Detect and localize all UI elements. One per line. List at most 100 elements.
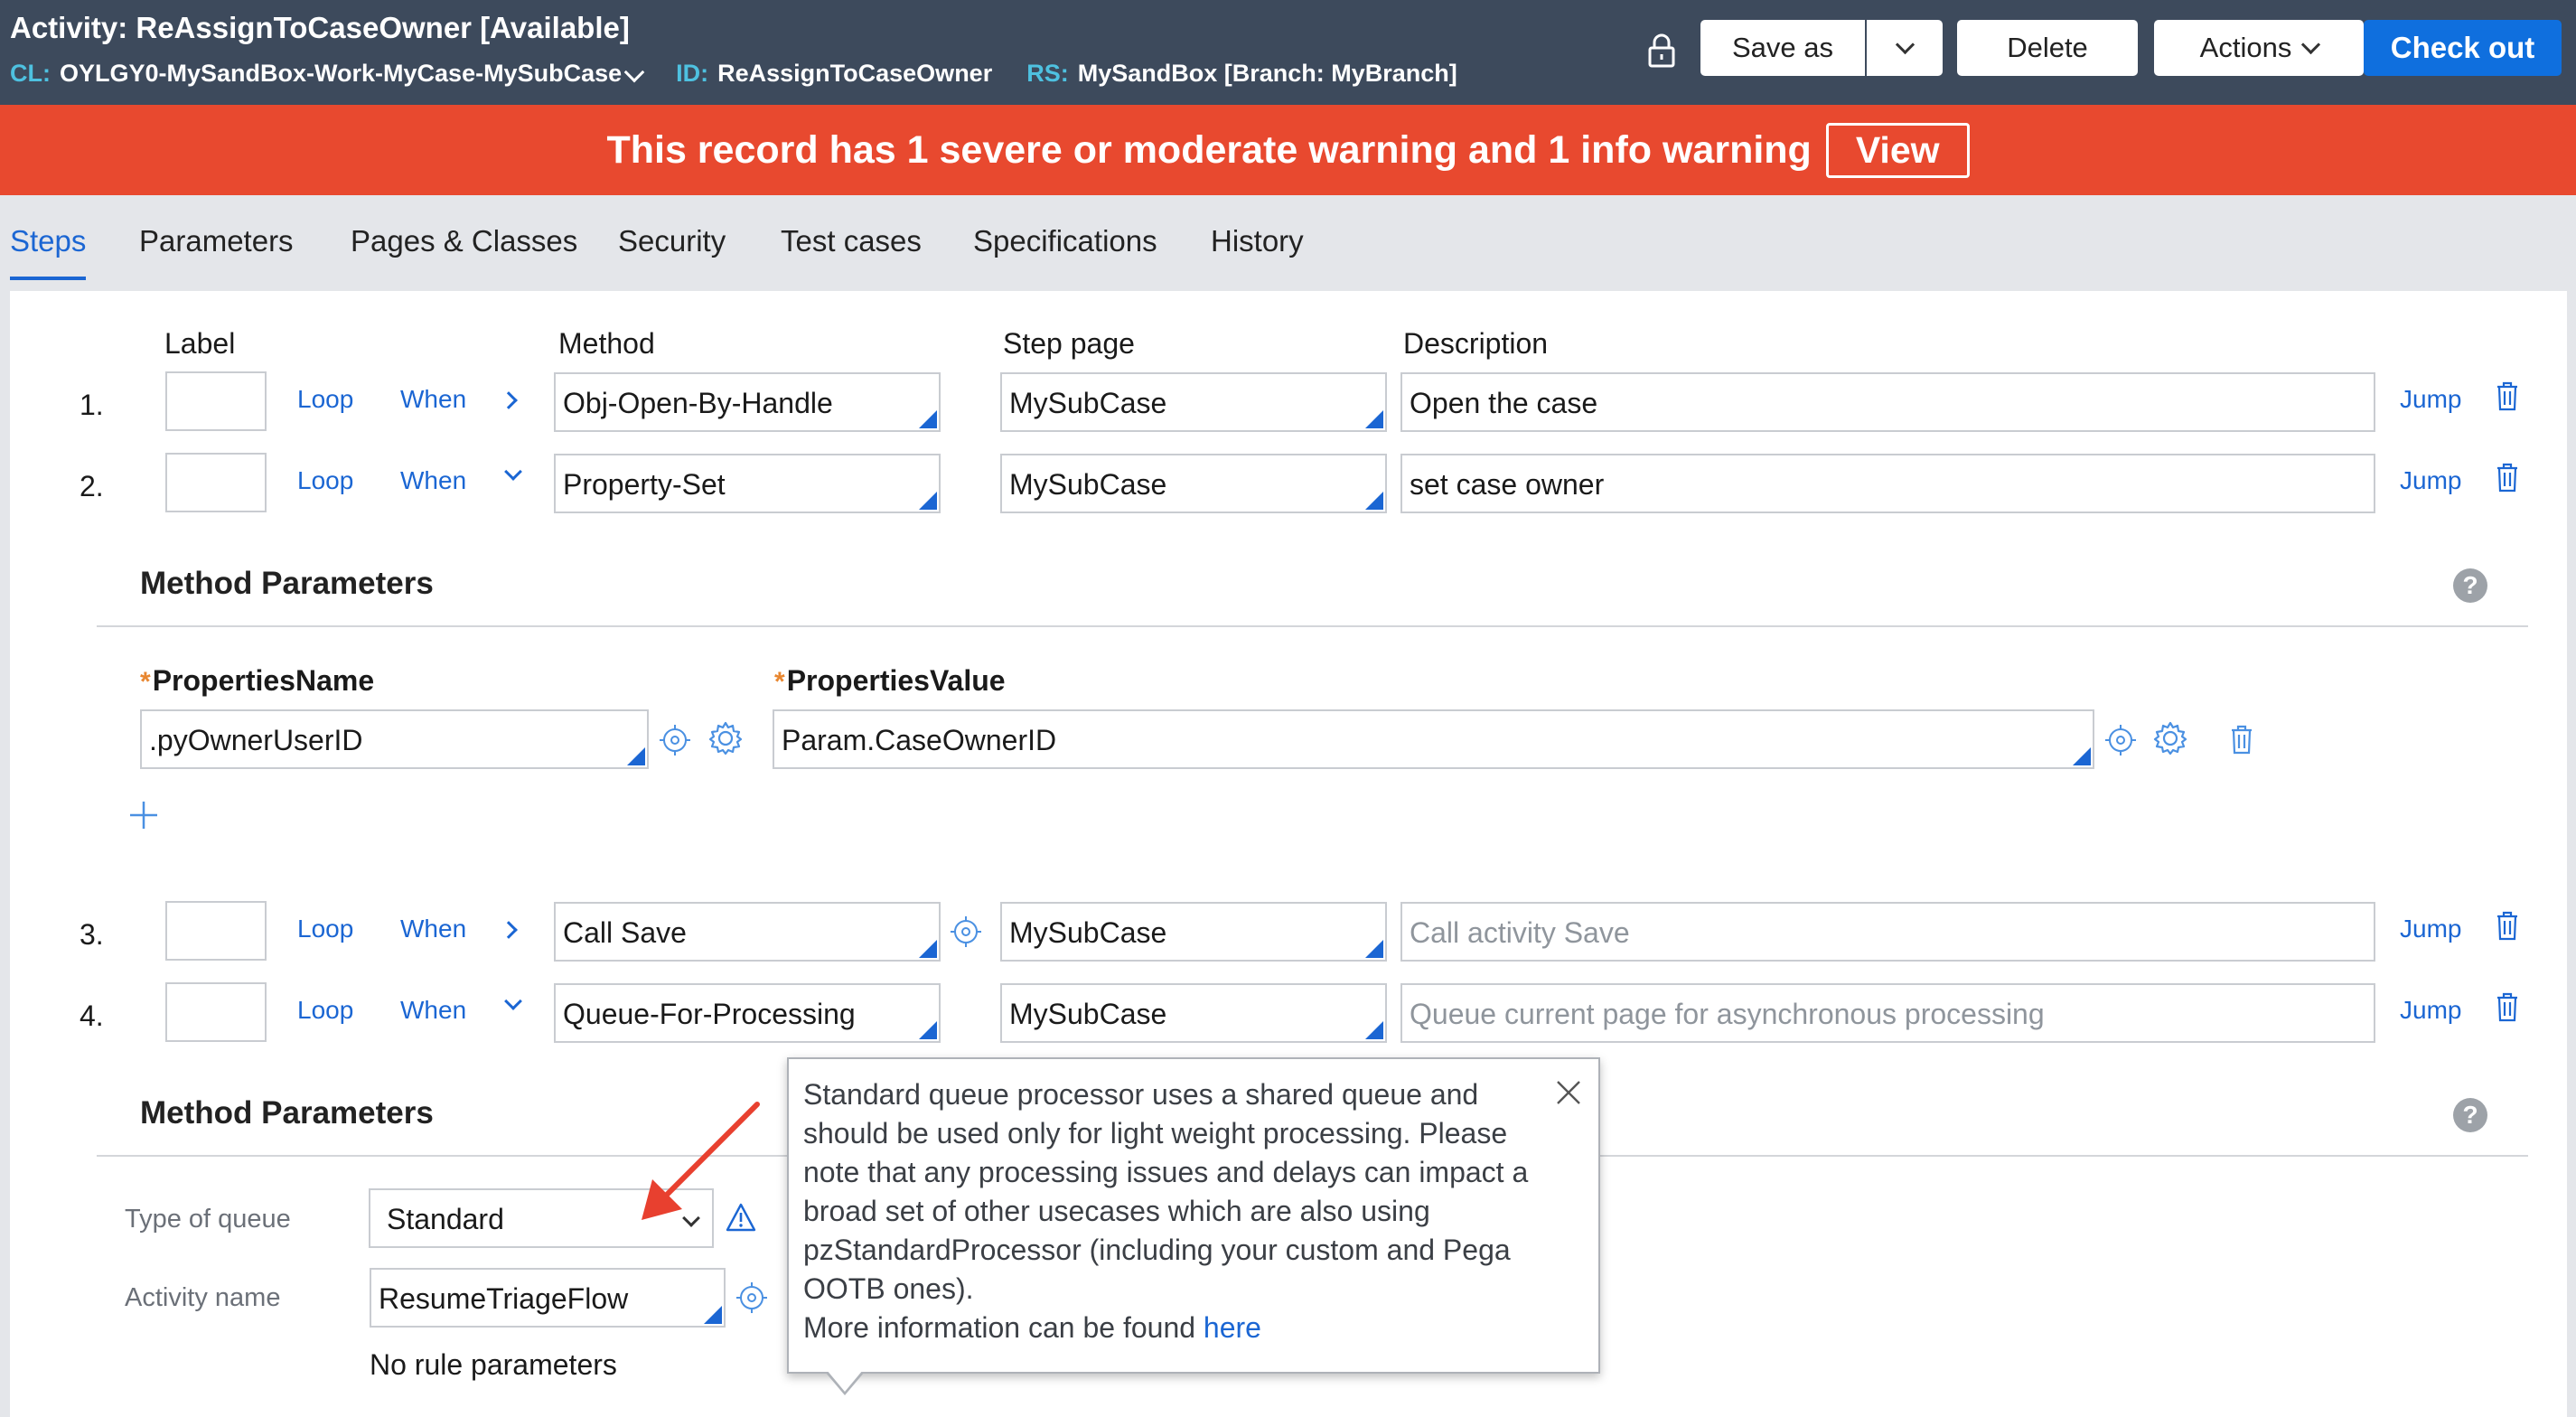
step-page-field[interactable]: MySubCase xyxy=(1000,983,1387,1043)
help-icon[interactable]: ? xyxy=(2453,568,2487,603)
tab-security[interactable]: Security xyxy=(618,213,726,277)
activity-name-field[interactable]: ResumeTriageFlow xyxy=(370,1268,726,1328)
description-field[interactable]: Queue current page for asynchronous proc… xyxy=(1400,983,2375,1043)
plus-icon[interactable] xyxy=(128,800,159,830)
description-field[interactable]: Open the case xyxy=(1400,372,2375,432)
method-value: Queue-For-Processing xyxy=(563,998,856,1030)
jump-link[interactable]: Jump xyxy=(2400,385,2461,414)
trash-icon[interactable] xyxy=(2496,380,2519,411)
trash-icon[interactable] xyxy=(2496,910,2519,941)
check-out-button[interactable]: Check out xyxy=(2364,20,2562,76)
when-link[interactable]: When xyxy=(400,996,466,1025)
when-link[interactable]: When xyxy=(400,915,466,943)
description-placeholder: Call activity Save xyxy=(1410,916,1630,949)
autocomplete-marker xyxy=(919,1021,937,1039)
when-link[interactable]: When xyxy=(400,385,466,414)
crosshair-icon[interactable] xyxy=(2103,723,2138,757)
autocomplete-marker xyxy=(919,410,937,428)
jump-link[interactable]: Jump xyxy=(2400,466,2461,495)
properties-name-label-text: PropertiesName xyxy=(152,664,375,697)
save-as-menu-button[interactable] xyxy=(1867,20,1943,76)
header-bar: Activity: ReAssignToCaseOwner [Available… xyxy=(0,0,2576,105)
autocomplete-marker xyxy=(1365,410,1383,428)
crosshair-icon[interactable] xyxy=(735,1281,769,1315)
tooltip-more: More information can be found here xyxy=(803,1309,1546,1347)
step-page-field[interactable]: MySubCase xyxy=(1000,902,1387,962)
autocomplete-marker xyxy=(1365,492,1383,510)
gear-icon[interactable] xyxy=(707,719,745,757)
loop-link[interactable]: Loop xyxy=(297,385,353,414)
method-field[interactable]: Queue-For-Processing xyxy=(554,983,941,1043)
properties-name-label: *PropertiesName xyxy=(140,664,374,698)
method-parameters-title: Method Parameters xyxy=(140,1095,434,1131)
when-link[interactable]: When xyxy=(400,466,466,495)
step-label-input[interactable] xyxy=(165,371,267,431)
method-column-header: Method xyxy=(558,327,655,360)
gear-icon[interactable] xyxy=(2151,719,2189,757)
id-value: ReAssignToCaseOwner xyxy=(717,60,993,87)
save-as-button[interactable]: Save as xyxy=(1700,20,1865,76)
properties-name-field[interactable]: .pyOwnerUserID xyxy=(140,709,649,769)
jump-link[interactable]: Jump xyxy=(2400,996,2461,1025)
description-field[interactable]: set case owner xyxy=(1400,454,2375,513)
actions-button[interactable]: Actions xyxy=(2154,20,2364,76)
tab-test-cases[interactable]: Test cases xyxy=(781,213,922,277)
no-rule-parameters-text: No rule parameters xyxy=(370,1348,617,1381)
description-field[interactable]: Call activity Save xyxy=(1400,902,2375,962)
loop-link[interactable]: Loop xyxy=(297,996,353,1025)
autocomplete-marker xyxy=(704,1306,722,1324)
tooltip-link[interactable]: here xyxy=(1204,1311,1261,1344)
trash-icon[interactable] xyxy=(2496,991,2519,1022)
tab-parameters[interactable]: Parameters xyxy=(139,213,294,277)
method-field[interactable]: Obj-Open-By-Handle xyxy=(554,372,941,432)
lock-icon[interactable] xyxy=(1646,33,1677,69)
ruleset-value: MySandBox [Branch: MyBranch] xyxy=(1077,60,1457,87)
trash-icon[interactable] xyxy=(2230,724,2253,755)
rs-key: RS: xyxy=(1026,60,1069,87)
loop-link[interactable]: Loop xyxy=(297,466,353,495)
autocomplete-marker xyxy=(1365,1021,1383,1039)
step-label-input[interactable] xyxy=(165,901,267,961)
step-page-field[interactable]: MySubCase xyxy=(1000,454,1387,513)
description-column-header: Description xyxy=(1403,327,1549,360)
step-page-value: MySubCase xyxy=(1009,998,1167,1030)
properties-name-value: .pyOwnerUserID xyxy=(149,724,363,756)
step-page-field[interactable]: MySubCase xyxy=(1000,372,1387,432)
step-number: 2. xyxy=(80,470,104,502)
autocomplete-marker xyxy=(919,492,937,510)
help-icon[interactable]: ? xyxy=(2453,1098,2487,1132)
class-value[interactable]: OYLGY0-MySandBox-Work-MyCase-MySubCase xyxy=(60,60,622,87)
tooltip-pointer xyxy=(827,1370,863,1392)
step-label-input[interactable] xyxy=(165,982,267,1042)
view-warnings-button[interactable]: View xyxy=(1825,122,1970,178)
jump-link[interactable]: Jump xyxy=(2400,915,2461,943)
step-page-value: MySubCase xyxy=(1009,387,1167,419)
method-value: Call Save xyxy=(563,916,687,949)
tab-bar: Steps Parameters Pages & Classes Securit… xyxy=(0,195,2576,291)
close-icon[interactable] xyxy=(1555,1079,1582,1106)
activity-name-value: ResumeTriageFlow xyxy=(379,1282,629,1315)
properties-value-field[interactable]: Param.CaseOwnerID xyxy=(773,709,2094,769)
tooltip-more-text: More information can be found xyxy=(803,1311,1196,1344)
tab-steps[interactable]: Steps xyxy=(10,213,87,280)
record-title: Activity: ReAssignToCaseOwner [Available… xyxy=(10,11,630,44)
tab-pages-classes[interactable]: Pages & Classes xyxy=(351,213,577,277)
loop-link[interactable]: Loop xyxy=(297,915,353,943)
method-field[interactable]: Property-Set xyxy=(554,454,941,513)
step-label-input[interactable] xyxy=(165,453,267,512)
chevron-down-icon[interactable] xyxy=(623,61,645,83)
crosshair-icon[interactable] xyxy=(949,915,983,949)
method-value: Obj-Open-By-Handle xyxy=(563,387,833,419)
delete-button[interactable]: Delete xyxy=(1957,20,2138,76)
tab-specifications[interactable]: Specifications xyxy=(973,213,1157,277)
crosshair-icon[interactable] xyxy=(658,723,692,757)
autocomplete-marker xyxy=(1365,940,1383,958)
autocomplete-marker xyxy=(919,940,937,958)
chevron-down-icon xyxy=(2301,34,2321,54)
trash-icon[interactable] xyxy=(2496,462,2519,493)
tab-history[interactable]: History xyxy=(1211,213,1304,277)
properties-value-value: Param.CaseOwnerID xyxy=(782,724,1057,756)
method-field[interactable]: Call Save xyxy=(554,902,941,962)
tooltip-text: Standard queue processor uses a shared q… xyxy=(803,1078,1529,1305)
warning-text: This record has 1 severe or moderate war… xyxy=(606,127,1812,172)
